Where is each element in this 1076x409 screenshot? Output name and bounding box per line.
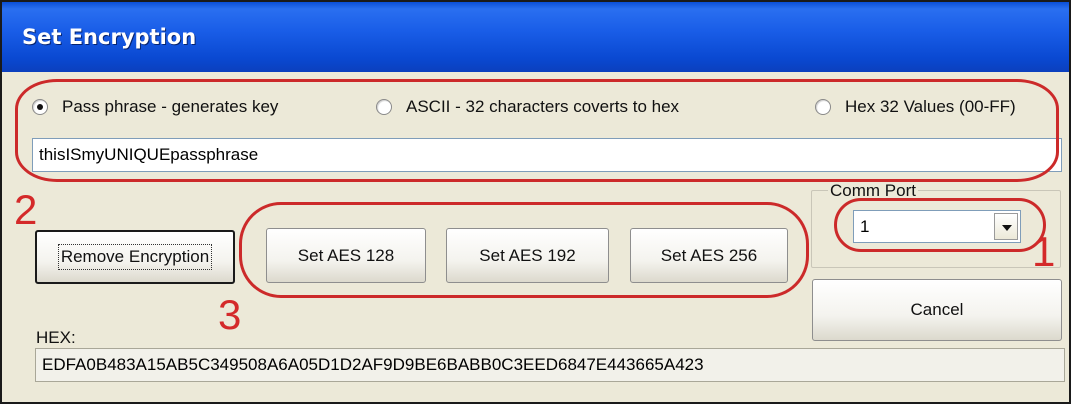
remove-encryption-label: Remove Encryption [57, 244, 213, 270]
set-aes-192-label: Set AES 192 [479, 245, 576, 265]
radio-pass-phrase[interactable]: Pass phrase - generates key [32, 97, 278, 117]
comm-port-select[interactable]: 1 [853, 210, 1021, 243]
set-encryption-dialog: Set Encryption Pass phrase - generates k… [0, 0, 1071, 404]
comm-port-label: Comm Port [828, 181, 918, 201]
radio-unselected-icon [815, 99, 831, 115]
remove-encryption-button[interactable]: Remove Encryption [35, 230, 235, 284]
set-aes-128-label: Set AES 128 [297, 245, 395, 265]
radio-pass-phrase-label: Pass phrase - generates key [62, 97, 279, 116]
radio-unselected-icon [376, 99, 392, 115]
radio-hex-values[interactable]: Hex 32 Values (00-FF) [815, 97, 1016, 117]
key-input[interactable]: thisISmyUNIQUEpassphrase [32, 138, 1062, 172]
title-bar[interactable]: Set Encryption [2, 2, 1069, 72]
radio-ascii-label: ASCII - 32 characters coverts to hex [406, 97, 680, 116]
annotation-number-1: 1 [1032, 228, 1056, 275]
annotation-number-3: 3 [218, 291, 242, 338]
cancel-label: Cancel [910, 300, 964, 319]
set-aes-256-label: Set AES 256 [660, 245, 758, 265]
radio-selected-icon [32, 99, 48, 115]
cancel-button[interactable]: Cancel [812, 279, 1062, 341]
comm-port-value: 1 [860, 217, 870, 236]
hex-field[interactable]: EDFA0B483A15AB5C349508A6A05D1D2AF9D9BE6B… [35, 348, 1065, 382]
radio-hex-values-label: Hex 32 Values (00-FF) [845, 97, 1016, 116]
window-title: Set Encryption [22, 25, 197, 49]
chevron-down-icon[interactable] [994, 213, 1018, 240]
radio-ascii[interactable]: ASCII - 32 characters coverts to hex [376, 97, 679, 117]
set-aes-192-button[interactable]: Set AES 192 [446, 228, 609, 283]
set-aes-128-button[interactable]: Set AES 128 [266, 228, 426, 283]
annotation-number-2: 2 [14, 186, 38, 233]
set-aes-256-button[interactable]: Set AES 256 [630, 228, 788, 283]
hex-label: HEX: [36, 328, 76, 347]
